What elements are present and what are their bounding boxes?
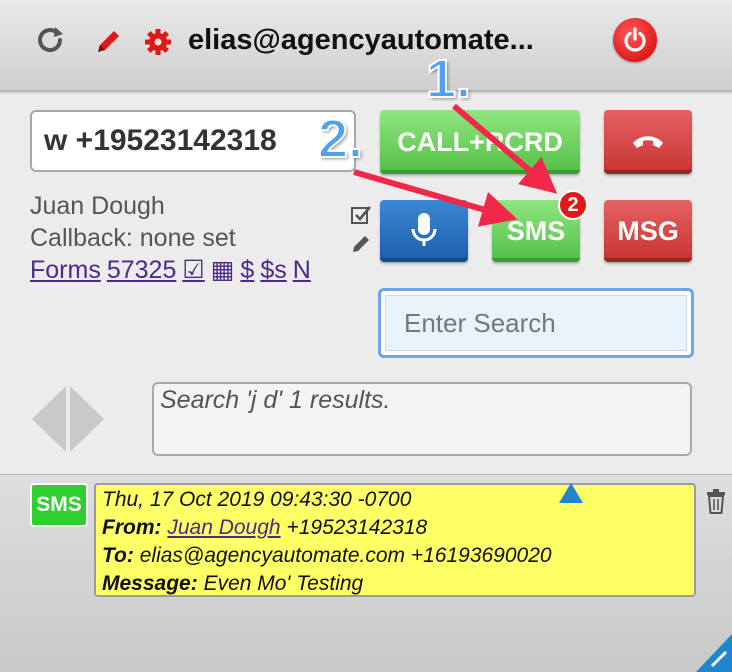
dollar-link[interactable]: $ — [240, 256, 254, 284]
forms-link[interactable]: Forms — [30, 256, 101, 284]
contact-links: Forms 57325 ☑ ▦ $ $s N — [30, 254, 317, 286]
message-date: Thu, 17 Oct 2019 09:43:30 -0700 — [102, 488, 412, 511]
edit-icon[interactable] — [350, 233, 372, 255]
gear-icon[interactable] — [143, 27, 173, 57]
checkbox-icon[interactable] — [350, 204, 372, 226]
account-email: elias@agencyautomate... — [188, 24, 534, 56]
msg-button[interactable]: MSG — [604, 200, 692, 262]
resize-corner-icon[interactable] — [696, 634, 732, 672]
message-from: From: Juan Dough +19523142318 — [102, 516, 428, 539]
prev-arrow-icon[interactable] — [30, 384, 68, 454]
contact-info: Juan Dough Callback: none set Forms 57325… — [30, 190, 317, 286]
sms-type-badge: SMS — [30, 483, 88, 527]
sms-count-badge: 2 — [558, 190, 588, 220]
refresh-icon[interactable] — [34, 24, 66, 56]
from-contact-link[interactable]: Juan Dough — [167, 516, 280, 539]
power-icon — [624, 27, 646, 52]
task-link[interactable]: ☑ — [182, 256, 204, 284]
dialer-panel: Juan Dough Callback: none set Forms57325… — [0, 94, 732, 474]
dollars-link[interactable]: $s — [260, 256, 286, 284]
contact-name: Juan Dough — [30, 192, 165, 220]
record-id-link[interactable]: 57325 — [107, 256, 177, 284]
hangup-button[interactable] — [604, 110, 692, 174]
trash-icon[interactable] — [705, 488, 727, 514]
message-to: To: elias@agencyautomate.com +1619369002… — [102, 544, 552, 567]
message-log: SMS Thu, 17 Oct 2019 09:43:30 -0700 From… — [0, 474, 732, 672]
power-button[interactable] — [613, 18, 657, 62]
header-bar: elias@agencyautomate... — [0, 0, 732, 92]
table-link[interactable]: ▦ — [211, 256, 235, 284]
annotation-step-1: 1. — [425, 48, 472, 110]
notes-link[interactable]: N — [293, 256, 311, 284]
call-record-button[interactable]: CALL+RCRD — [380, 110, 580, 174]
microphone-button[interactable] — [380, 200, 468, 262]
microphone-icon — [411, 213, 437, 246]
search-input[interactable] — [385, 295, 687, 351]
phone-number-input[interactable] — [30, 110, 356, 172]
annotation-step-2: 2. — [317, 108, 364, 170]
search-box — [378, 288, 694, 358]
message-body: Message: Even Mo' Testing — [102, 572, 364, 595]
search-results: Search 'j d' 1 results. — [152, 382, 692, 456]
message-card[interactable]: Thu, 17 Oct 2019 09:43:30 -0700 From: Ju… — [94, 483, 696, 597]
phone-hangup-icon — [633, 136, 663, 148]
callback-status: Callback: none set — [30, 224, 236, 252]
pencil-icon[interactable] — [94, 28, 122, 56]
collapse-triangle-icon[interactable] — [558, 482, 584, 504]
next-arrow-icon[interactable] — [68, 384, 106, 454]
